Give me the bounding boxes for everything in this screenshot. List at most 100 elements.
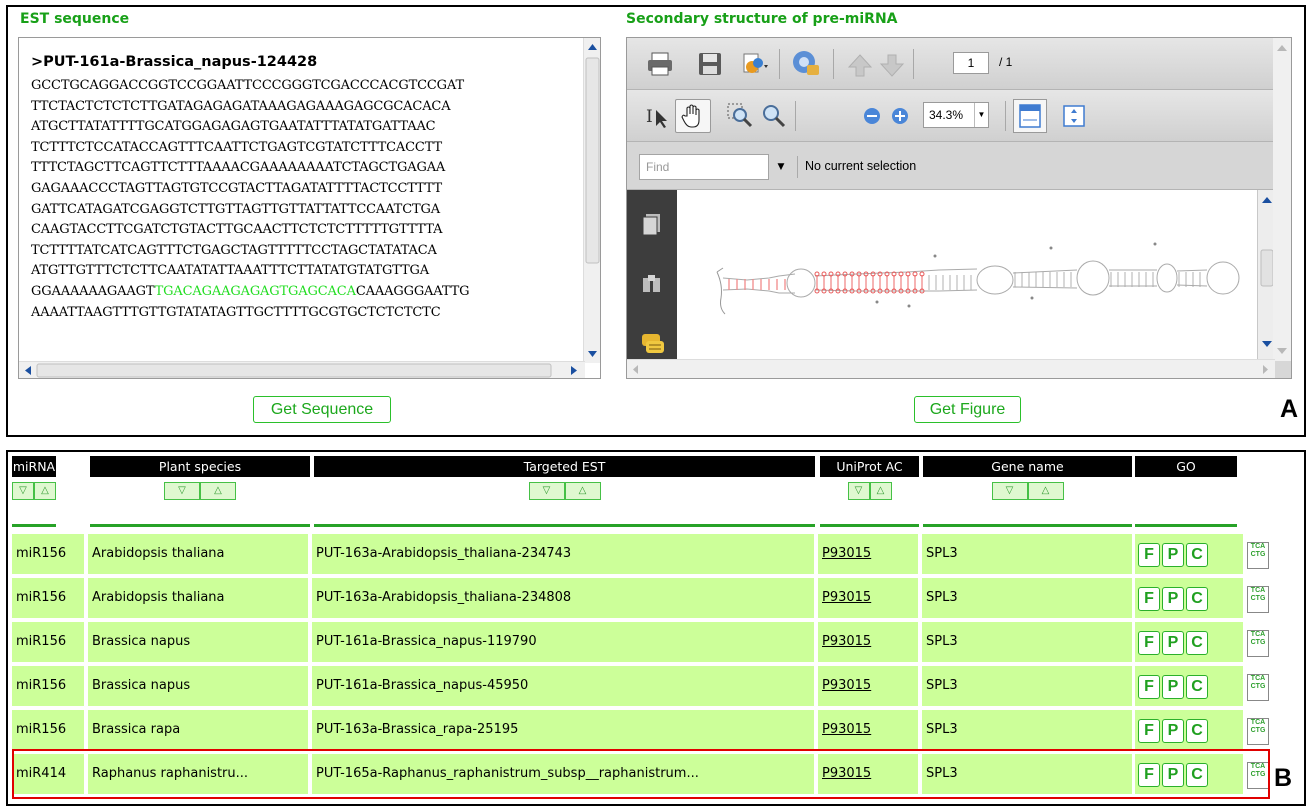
go-f-button[interactable]: F (1138, 675, 1160, 699)
panel-label-a: A (1279, 395, 1298, 423)
hand-tool-icon[interactable] (675, 99, 711, 133)
select-tool-icon[interactable]: I (643, 101, 673, 131)
sequence-textarea[interactable]: >PUT-161a-Brassica_napus-124428 GCCTGCAG… (18, 37, 601, 379)
save-icon[interactable] (695, 49, 725, 79)
fit-width-icon[interactable] (1013, 99, 1047, 133)
sequence-vertical-scrollbar[interactable] (583, 38, 600, 363)
cell-uniprot-ac[interactable]: P93015 (818, 534, 918, 574)
panel-a: EST sequence Secondary structure of pre-… (6, 5, 1306, 437)
sequence-horizontal-scrollbar[interactable] (19, 361, 585, 378)
table-row[interactable]: miR156 Brassica napus PUT-161a-Brassica_na… (12, 666, 1269, 706)
scroll-down-arrow-icon (1262, 341, 1272, 347)
page-number-input[interactable]: 1 (953, 52, 989, 74)
column-header-gene-name: Gene name (923, 456, 1132, 477)
toolbar-separator (795, 101, 796, 131)
uniprot-link[interactable]: P93015 (822, 678, 871, 693)
zoom-level-select[interactable]: 34.3% ▼ (923, 102, 989, 128)
go-p-button[interactable]: P (1162, 543, 1184, 567)
table-row[interactable]: miR156 Arabidopsis thaliana PUT-163a-Arabi… (12, 534, 1269, 574)
cell-uniprot-ac[interactable]: P93015 (818, 666, 918, 706)
fit-page-icon[interactable] (1059, 101, 1089, 131)
go-f-button[interactable]: F (1138, 719, 1160, 743)
sort-descending-button[interactable]: ▽ (164, 482, 200, 500)
sequence-file-icon[interactable]: TCA CTG (1247, 718, 1269, 745)
scroll-up-arrow-icon (1277, 45, 1287, 51)
sort-ascending-button[interactable]: △ (200, 482, 236, 500)
uniprot-link[interactable]: P93015 (822, 546, 871, 561)
cell-targeted-est: PUT-161a-Brassica_napus-119790 (312, 622, 814, 662)
go-p-button[interactable]: P (1162, 675, 1184, 699)
uniprot-link[interactable]: P93015 (822, 590, 871, 605)
bookmarks-icon[interactable] (640, 272, 664, 296)
scrollbar-graphic (585, 44, 600, 357)
sequence-file-icon[interactable]: TCA CTG (1247, 674, 1269, 701)
sort-ascending-button[interactable]: △ (869, 482, 892, 500)
dynamic-zoom-icon[interactable] (759, 101, 789, 131)
cell-uniprot-ac[interactable]: P93015 (818, 622, 918, 662)
sort-descending-button[interactable]: ▽ (847, 482, 870, 500)
page-up-icon[interactable] (845, 50, 875, 80)
cell-targeted-est: PUT-163a-Arabidopsis_thaliana-234743 (312, 534, 814, 574)
icon-text: TCA (1250, 587, 1266, 594)
page-down-icon[interactable] (877, 50, 907, 80)
column-header-uniprot-ac: UniProt AC (820, 456, 919, 477)
table-row[interactable]: miR156 Brassica napus PUT-161a-Brassica_na… (12, 622, 1269, 662)
cell-gene-name: SPL3 (922, 578, 1132, 618)
cell-uniprot-ac[interactable]: P93015 (818, 710, 918, 750)
scroll-thumb (585, 57, 600, 264)
go-c-button[interactable]: C (1186, 631, 1208, 655)
cell-go: FPC (1135, 578, 1243, 618)
pdf-horizontal-scrollbar[interactable] (627, 359, 1275, 378)
zoom-out-icon[interactable] (857, 101, 887, 131)
marquee-zoom-icon[interactable] (725, 101, 755, 131)
comments-icon[interactable] (640, 330, 664, 354)
sort-descending-button[interactable]: ▽ (12, 482, 34, 500)
zoom-in-icon[interactable] (885, 101, 915, 131)
zoom-value: 34.3% (929, 108, 964, 122)
go-c-button[interactable]: C (1186, 719, 1208, 743)
go-c-button[interactable]: C (1186, 675, 1208, 699)
cell-plant-species: Brassica napus (88, 666, 308, 706)
go-f-button[interactable]: F (1138, 543, 1160, 567)
go-p-button[interactable]: P (1162, 631, 1184, 655)
go-p-button[interactable]: P (1162, 719, 1184, 743)
cell-targeted-est: PUT-161a-Brassica_napus-45950 (312, 666, 814, 706)
find-input[interactable]: Find (639, 154, 769, 180)
pdf-viewer[interactable]: 1 / 1 I 34.3% ▼ Find ▼ No current select… (626, 37, 1292, 379)
table-row[interactable]: miR156 Arabidopsis thaliana PUT-163a-Arabi… (12, 578, 1269, 618)
sort-ascending-button[interactable]: △ (1027, 482, 1064, 500)
table-row[interactable]: miR156 Brassica rapa PUT-163a-Brassica_rap… (12, 710, 1269, 750)
sort-descending-button[interactable]: ▽ (991, 482, 1028, 500)
share-icon[interactable] (739, 49, 769, 79)
sequence-line: ATGCTTATATTTTGCATGGAGAGAGTGAATATTTATATGA… (31, 119, 436, 135)
sequence-file-icon[interactable]: TCA CTG (1247, 586, 1269, 613)
chevron-down-icon[interactable]: ▼ (773, 154, 789, 180)
go-f-button[interactable]: F (1138, 631, 1160, 655)
print-icon[interactable] (645, 49, 675, 79)
cell-go: FPC (1135, 666, 1243, 706)
get-figure-button[interactable]: Get Figure (914, 396, 1021, 423)
pdf-page[interactable] (677, 190, 1257, 361)
uniprot-link[interactable]: P93015 (822, 634, 871, 649)
go-f-button[interactable]: F (1138, 587, 1160, 611)
pdf-find-bar: Find ▼ No current selection (627, 142, 1275, 190)
icon-text: CTG (1250, 595, 1266, 602)
sort-ascending-button[interactable]: △ (564, 482, 601, 500)
sequence-file-icon[interactable]: TCA CTG (1247, 630, 1269, 657)
sequence-line: GATTCATAGATCGAGGTCTTGTTAGTTGTTATTATTCCAA… (31, 201, 440, 217)
sort-descending-button[interactable]: ▽ (528, 482, 565, 500)
get-sequence-button[interactable]: Get Sequence (253, 396, 391, 423)
sort-ascending-button[interactable]: △ (34, 482, 56, 500)
uniprot-link[interactable]: P93015 (822, 722, 871, 737)
pages-panel-icon[interactable] (640, 212, 664, 236)
settings-icon[interactable] (791, 48, 821, 78)
pdf-toolbar-top: 1 / 1 (627, 38, 1275, 90)
go-c-button[interactable]: C (1186, 587, 1208, 611)
sequence-file-icon[interactable]: TCA CTG (1247, 542, 1269, 569)
pdf-outer-vertical-scrollbar[interactable] (1273, 38, 1291, 361)
go-p-button[interactable]: P (1162, 587, 1184, 611)
icon-text: TCA (1250, 675, 1266, 682)
cell-uniprot-ac[interactable]: P93015 (818, 578, 918, 618)
go-c-button[interactable]: C (1186, 543, 1208, 567)
panel-label-b: B (1273, 764, 1292, 792)
